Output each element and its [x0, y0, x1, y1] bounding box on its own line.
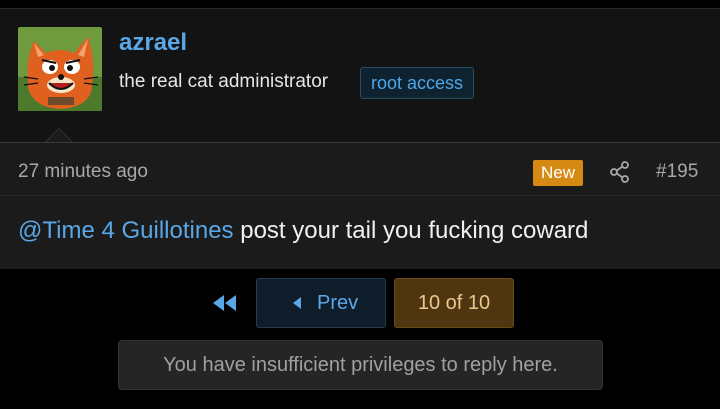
- username[interactable]: azrael: [119, 29, 187, 57]
- user-mention-link[interactable]: @Time 4 Guillotines: [18, 217, 234, 244]
- message-text: post your tail you fucking coward: [233, 217, 589, 244]
- new-badge: New: [533, 160, 584, 186]
- prev-page-label: Prev: [317, 292, 359, 314]
- post-user-header: azrael the real cat administrator root a…: [0, 9, 720, 142]
- user-avatar[interactable]: [18, 27, 102, 111]
- user-title: the real cat administrator: [119, 71, 329, 92]
- user-role-badge: root access: [360, 67, 475, 99]
- post-body: 27 minutes ago New #195 @Time 4 Guilloti…: [0, 142, 720, 269]
- post-number-link[interactable]: #195: [656, 161, 698, 183]
- caret-left-icon: [293, 297, 301, 309]
- post: azrael the real cat administrator root a…: [0, 8, 720, 269]
- first-page-icon[interactable]: [211, 294, 239, 312]
- current-page-indicator[interactable]: 10 of 10: [394, 278, 514, 328]
- share-icon[interactable]: [609, 161, 631, 183]
- post-timestamp[interactable]: 27 minutes ago: [18, 161, 148, 183]
- post-message: @Time 4 Guillotines post your tail you f…: [18, 217, 588, 245]
- prev-page-button[interactable]: Prev: [256, 278, 386, 328]
- cat-avatar-icon: [18, 27, 102, 111]
- user-arrow-pointer: [45, 128, 73, 142]
- post-meta: 27 minutes ago New #195: [0, 143, 720, 196]
- reply-permission-notice: You have insufficient privileges to repl…: [118, 340, 603, 390]
